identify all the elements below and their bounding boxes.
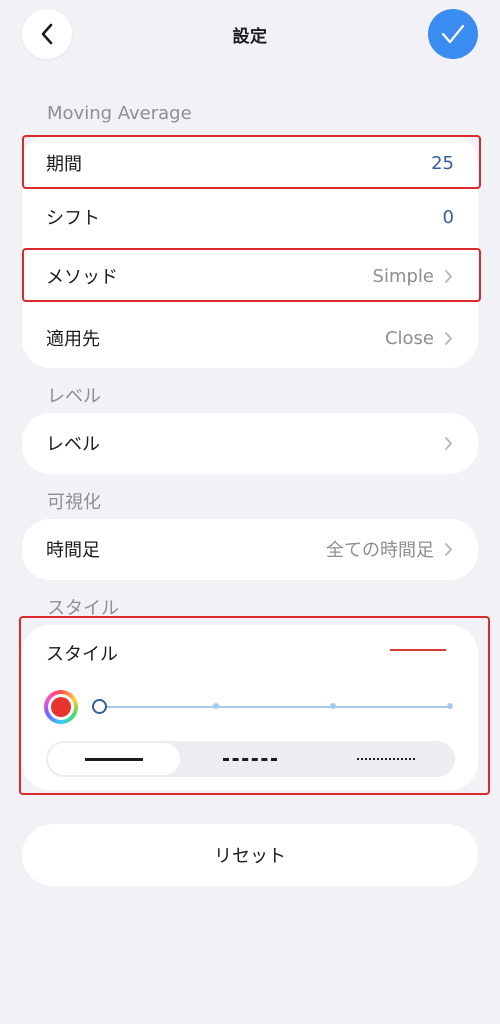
highlight-style xyxy=(19,616,490,795)
settings-page: 設定 Moving Average 期間 25 シフト 0 メソッド Simpl… xyxy=(0,0,500,1024)
levels-row-label: レベル xyxy=(46,434,100,455)
levels-card: レベル xyxy=(22,413,478,474)
apply-to-label: 適用先 xyxy=(46,329,100,350)
section-label-visualization: 可視化 xyxy=(47,492,101,513)
page-title: 設定 xyxy=(232,27,268,47)
shift-label: シフト xyxy=(46,208,100,229)
highlight-period xyxy=(22,135,481,189)
reset-button[interactable]: リセット xyxy=(22,824,478,886)
timeframes-value: 全ての時間足 xyxy=(326,540,434,561)
confirm-button[interactable] xyxy=(428,9,478,59)
shift-value[interactable]: 0 xyxy=(443,207,454,228)
timeframes-label: 時間足 xyxy=(46,540,100,561)
chevron-right-icon xyxy=(444,435,454,451)
visualization-card: 時間足 全ての時間足 xyxy=(22,519,478,580)
shift-row[interactable]: シフト 0 xyxy=(22,189,478,245)
levels-row[interactable]: レベル xyxy=(22,415,478,471)
highlight-method xyxy=(22,248,481,302)
timeframes-row[interactable]: 時間足 全ての時間足 xyxy=(22,521,478,577)
apply-to-value: Close xyxy=(384,327,434,349)
chevron-right-icon xyxy=(444,541,454,557)
apply-to-row[interactable]: 適用先 Close xyxy=(22,310,478,366)
section-label-levels: レベル xyxy=(47,386,101,407)
checkmark-icon xyxy=(441,24,465,44)
header: 設定 xyxy=(0,0,500,70)
chevron-right-icon xyxy=(444,330,454,346)
section-label-moving-average: Moving Average xyxy=(47,103,192,124)
